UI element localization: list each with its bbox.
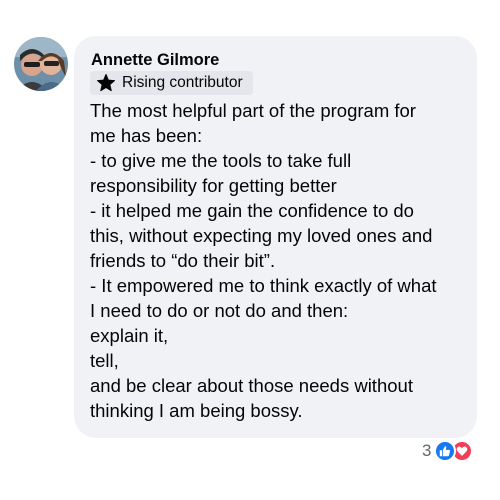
comment-line: responsibility for getting better: [90, 175, 337, 196]
star-icon: [95, 72, 117, 94]
reactions-summary[interactable]: 3: [422, 440, 474, 462]
avatar[interactable]: [14, 37, 68, 91]
avatar-photo: [14, 37, 68, 91]
comment-line: - it helped me gain the confidence to do: [90, 200, 414, 221]
comment-line: me has been:: [90, 125, 203, 146]
comment-bubble: Annette Gilmore Rising contributor The m…: [74, 36, 477, 438]
comment-line: - to give me the tools to take full: [90, 150, 352, 171]
author-name[interactable]: Annette Gilmore: [91, 51, 219, 70]
comment-page: Annette Gilmore Rising contributor The m…: [0, 0, 500, 500]
comment-line: this, without expecting my loved ones an…: [90, 225, 433, 246]
comment-line: tell,: [90, 350, 119, 371]
contributor-badge[interactable]: Rising contributor: [90, 71, 253, 95]
comment-line: explain it,: [90, 325, 169, 346]
comment-line: friends to “do their bit”.: [90, 250, 276, 271]
comment-line: - It empowered me to think exactly of wh…: [90, 275, 437, 296]
reaction-count: 3: [422, 441, 432, 460]
comment-line: The most helpful part of the program for: [90, 100, 416, 121]
comment-line: thinking I am being bossy.: [90, 400, 303, 421]
badge-label: Rising contributor: [122, 74, 243, 91]
comment-line: I need to do or not do and then:: [90, 300, 349, 321]
comment-line: and be clear about those needs without: [90, 375, 413, 396]
comment-text: The most helpful part of the program for…: [90, 98, 475, 423]
